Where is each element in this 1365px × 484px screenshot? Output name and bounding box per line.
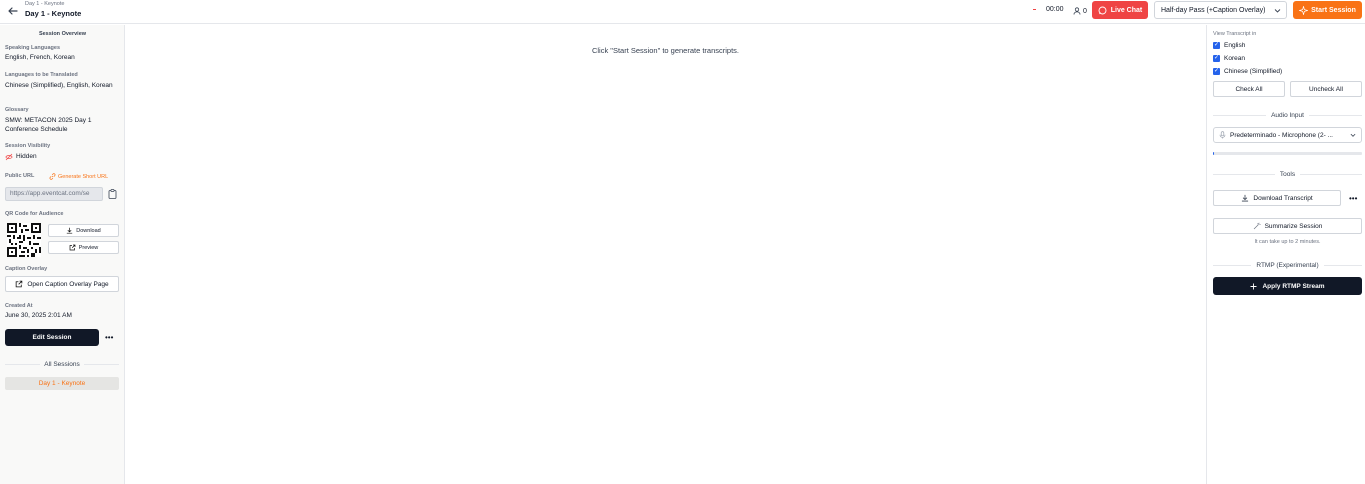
created-at-label: Created At <box>5 303 33 309</box>
session-overview-panel: Session Overview Speaking Languages Engl… <box>0 25 125 484</box>
external-link-icon <box>69 244 76 251</box>
summarize-note: It can take up to 2 minutes. <box>1254 239 1321 245</box>
edit-session-button[interactable]: Edit Session <box>5 329 99 346</box>
view-transcript-label: View Transcript in <box>1213 31 1257 37</box>
check-all-button[interactable]: Check All <box>1213 81 1285 97</box>
wand-icon <box>1253 222 1261 230</box>
qr-code-label: QR Code for Audience <box>5 211 64 217</box>
rtmp-divider: RTMP (Experimental) <box>1213 262 1362 269</box>
plus-icon <box>1250 283 1257 289</box>
apply-rtmp-button[interactable]: Apply RTMP Stream <box>1213 277 1362 295</box>
start-session-label: Start Session <box>1311 6 1356 14</box>
link-icon <box>49 173 56 180</box>
language-checkbox-chinese[interactable]: ✓ Chinese (Simplified) <box>1213 68 1282 75</box>
download-qr-button[interactable]: Download <box>48 224 119 237</box>
audio-input-divider: Audio Input <box>1213 112 1362 119</box>
eye-off-icon <box>5 153 13 160</box>
tools-label: Tools <box>1279 171 1296 178</box>
chevron-down-icon <box>1274 8 1281 13</box>
qr-code-image <box>7 223 41 257</box>
public-url-label: Public URL <box>5 173 35 179</box>
speaking-languages-value: English, French, Korean <box>5 54 75 61</box>
audience-count-value: 0 <box>1083 7 1087 15</box>
audio-level-meter <box>1213 152 1362 155</box>
pass-select[interactable]: Half-day Pass (+Caption Overlay) <box>1154 1 1287 19</box>
empty-transcript-message: Click "Start Session" to generate transc… <box>591 46 740 55</box>
summarize-session-button[interactable]: Summarize Session <box>1213 218 1362 234</box>
glossary-label: Glossary <box>5 107 29 113</box>
open-caption-overlay-button[interactable]: Open Caption Overlay Page <box>5 276 119 292</box>
language-checkbox-english[interactable]: ✓ English <box>1213 42 1245 49</box>
uncheck-all-button[interactable]: Uncheck All <box>1290 81 1362 97</box>
visibility-text: Hidden <box>16 153 37 160</box>
user-icon <box>1073 7 1081 15</box>
speaking-languages-label: Speaking Languages <box>5 45 61 51</box>
checkbox-checked-icon: ✓ <box>1213 42 1220 49</box>
all-sessions-divider: All Sessions <box>5 361 119 368</box>
breadcrumb: Day 1 - Keynote <box>25 1 65 7</box>
session-overview-heading: Session Overview <box>38 31 87 37</box>
microphone-icon <box>1219 131 1226 139</box>
recording-indicator <box>1033 9 1036 10</box>
session-visibility-label: Session Visibility <box>5 143 51 149</box>
top-bar: Day 1 - Keynote Day 1 - Keynote 00:00 0 … <box>0 0 1365 24</box>
sparkle-icon <box>1299 5 1309 15</box>
copy-url-button[interactable] <box>105 187 119 201</box>
checkbox-checked-icon: ✓ <box>1213 68 1220 75</box>
download-icon <box>67 227 73 234</box>
translated-languages-value: Chinese (Simplified), English, Korean <box>5 82 113 89</box>
download-qr-label: Download <box>76 227 101 234</box>
start-session-button[interactable]: Start Session <box>1293 1 1362 19</box>
download-transcript-button[interactable]: Download Transcript <box>1213 190 1341 206</box>
summarize-session-label: Summarize Session <box>1264 222 1323 230</box>
public-url-field[interactable]: https://app.eventcat.com/se <box>5 187 103 201</box>
language-label: Korean <box>1224 55 1245 62</box>
page-title: Day 1 - Keynote <box>25 9 82 18</box>
preview-qr-label: Preview <box>78 244 99 251</box>
back-arrow-icon[interactable] <box>7 5 19 17</box>
preview-qr-button[interactable]: Preview <box>48 241 119 254</box>
chevron-down-icon <box>1350 133 1356 137</box>
download-transcript-label: Download Transcript <box>1253 194 1313 202</box>
tools-divider: Tools <box>1213 171 1362 178</box>
language-label: Chinese (Simplified) <box>1224 68 1283 75</box>
audience-count: 0 <box>1073 5 1087 17</box>
live-chat-button[interactable]: Live Chat <box>1092 1 1148 19</box>
live-chat-label: Live Chat <box>1110 6 1143 14</box>
pass-select-value: Half-day Pass (+Caption Overlay) <box>1161 6 1266 14</box>
language-checkbox-korean[interactable]: ✓ Korean <box>1213 55 1245 62</box>
chat-icon <box>1098 6 1107 14</box>
translated-languages-label: Languages to be Translated <box>5 72 78 78</box>
more-options-button[interactable]: ••• <box>105 333 113 342</box>
tools-panel: View Transcript in ✓ English ✓ Korean ✓ … <box>1206 25 1365 484</box>
language-label: English <box>1224 42 1246 49</box>
caption-overlay-label: Caption Overlay <box>5 266 48 272</box>
generate-short-url-label: Generate Short URL <box>58 173 109 180</box>
open-caption-overlay-label: Open Caption Overlay Page <box>27 280 109 288</box>
microphone-select[interactable]: Predeterminado - Microphone (2- ... <box>1213 127 1362 143</box>
microphone-value: Predeterminado - Microphone (2- ... <box>1230 131 1333 139</box>
audio-input-label: Audio Input <box>1271 112 1304 119</box>
clipboard-icon <box>108 189 116 199</box>
checkbox-checked-icon: ✓ <box>1213 55 1220 62</box>
download-icon <box>1242 194 1249 202</box>
session-timer: 00:00 <box>1046 6 1064 13</box>
more-tools-button[interactable]: ••• <box>1349 194 1357 203</box>
session-list-item[interactable]: Day 1 - Keynote <box>5 377 119 390</box>
audio-level-fill <box>1213 152 1215 155</box>
all-sessions-label: All Sessions <box>44 361 80 368</box>
rtmp-label: RTMP (Experimental) <box>1256 262 1319 269</box>
session-visibility-value: Hidden <box>5 152 120 161</box>
created-at-value: June 30, 2025 2:01 AM <box>5 312 72 319</box>
generate-short-url-link[interactable]: Generate Short URL <box>49 173 108 180</box>
glossary-value: SMW: METACON 2025 Day 1 Conference Sched… <box>5 117 92 133</box>
external-link-icon <box>16 280 23 288</box>
apply-rtmp-label: Apply RTMP Stream <box>1262 282 1325 290</box>
